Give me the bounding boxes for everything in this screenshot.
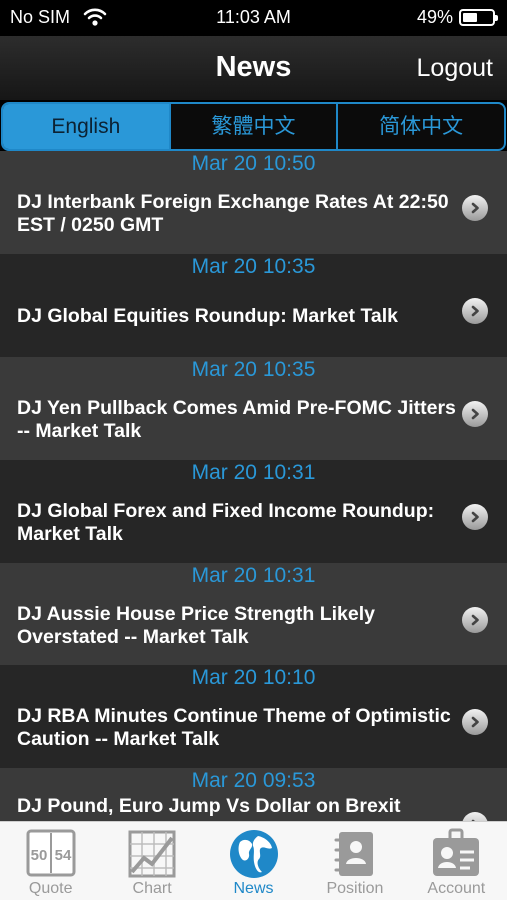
tab-account-label: Account xyxy=(427,880,486,897)
tab-quote-label: Quote xyxy=(28,880,73,897)
news-list-item[interactable]: Mar 20 10:31 DJ Global Forex and Fixed I… xyxy=(0,459,507,563)
news-list-item[interactable]: Mar 20 10:31 DJ Aussie House Price Stren… xyxy=(0,562,507,666)
battery-icon xyxy=(459,9,498,26)
quote-icon-right: 54 xyxy=(54,847,71,864)
chevron-right-icon[interactable] xyxy=(462,606,488,633)
quote-icon-left: 50 xyxy=(30,847,47,864)
news-date: Mar 20 10:35 xyxy=(191,357,316,381)
globe-icon xyxy=(229,830,278,878)
chevron-right-icon[interactable] xyxy=(462,400,488,427)
news-list-item[interactable]: Mar 20 09:53 DJ Pound, Euro Jump Vs Doll… xyxy=(0,768,507,821)
news-headline: DJ Yen Pullback Comes Amid Pre-FOMC Jitt… xyxy=(17,396,456,442)
news-headline: DJ Global Equities Roundup: Market Talk xyxy=(17,305,399,328)
news-date: Mar 20 10:35 xyxy=(191,254,316,278)
chevron-right-icon[interactable] xyxy=(462,812,488,821)
account-icon xyxy=(433,828,480,876)
news-list-item[interactable]: Mar 20 10:10 DJ RBA Minutes Continue The… xyxy=(0,665,507,769)
news-date: Mar 20 09:53 xyxy=(191,769,316,793)
tab-quote[interactable]: 50 54 Quote xyxy=(0,822,101,900)
news-list: Mar 20 10:50 DJ Interbank Foreign Exchan… xyxy=(0,151,507,821)
tab-news[interactable]: News xyxy=(203,822,304,900)
news-date: Mar 20 10:31 xyxy=(191,460,316,484)
battery-fill xyxy=(463,13,477,22)
status-bar: No SIM 11:03 AM 49% xyxy=(0,0,507,36)
tab-position-label: Position xyxy=(326,880,384,897)
news-headline: DJ Aussie House Price Strength Likely Ov… xyxy=(17,602,375,648)
chart-icon xyxy=(128,830,176,878)
language-segmented-control: English 繁體中文 简体中文 xyxy=(1,102,506,151)
news-headline: DJ Global Forex and Fixed Income Roundup… xyxy=(17,499,435,545)
position-icon xyxy=(334,832,373,876)
news-headline: DJ Interbank Foreign Exchange Rates At 2… xyxy=(17,191,449,236)
news-date: Mar 20 10:50 xyxy=(191,152,316,175)
tab-bar: 50 54 Quote Chart News Position Account xyxy=(0,821,507,900)
logout-button[interactable]: Logout xyxy=(417,54,493,83)
news-headline: DJ Pound, Euro Jump Vs Dollar on Brexit xyxy=(17,795,401,818)
chevron-right-icon[interactable] xyxy=(462,709,488,736)
navigation-bar: News Logout xyxy=(0,36,507,100)
news-list-item[interactable]: Mar 20 10:35 DJ Yen Pullback Comes Amid … xyxy=(0,356,507,460)
chevron-right-icon[interactable] xyxy=(462,503,488,530)
language-tab-simplified-chinese[interactable]: 简体中文 xyxy=(338,104,504,149)
tab-chart-label: Chart xyxy=(132,880,172,897)
tab-chart[interactable]: Chart xyxy=(101,822,202,900)
quote-icon: 50 54 xyxy=(26,829,76,877)
news-list-item[interactable]: Mar 20 10:35 DJ Global Equities Roundup:… xyxy=(0,253,507,357)
language-tab-english[interactable]: English xyxy=(3,104,171,149)
tab-position[interactable]: Position xyxy=(304,822,405,900)
news-date: Mar 20 10:31 xyxy=(191,563,316,587)
chevron-right-icon[interactable] xyxy=(462,195,488,221)
battery-percent: 49% xyxy=(416,7,453,27)
chevron-right-icon[interactable] xyxy=(462,297,488,324)
news-list-item[interactable]: Mar 20 10:50 DJ Interbank Foreign Exchan… xyxy=(0,151,507,254)
tab-account[interactable]: Account xyxy=(406,822,507,900)
language-tab-traditional-chinese[interactable]: 繁體中文 xyxy=(171,104,339,149)
news-headline: DJ RBA Minutes Continue Theme of Optimis… xyxy=(17,705,451,751)
tab-news-label: News xyxy=(233,880,274,897)
news-date: Mar 20 10:10 xyxy=(191,666,316,690)
